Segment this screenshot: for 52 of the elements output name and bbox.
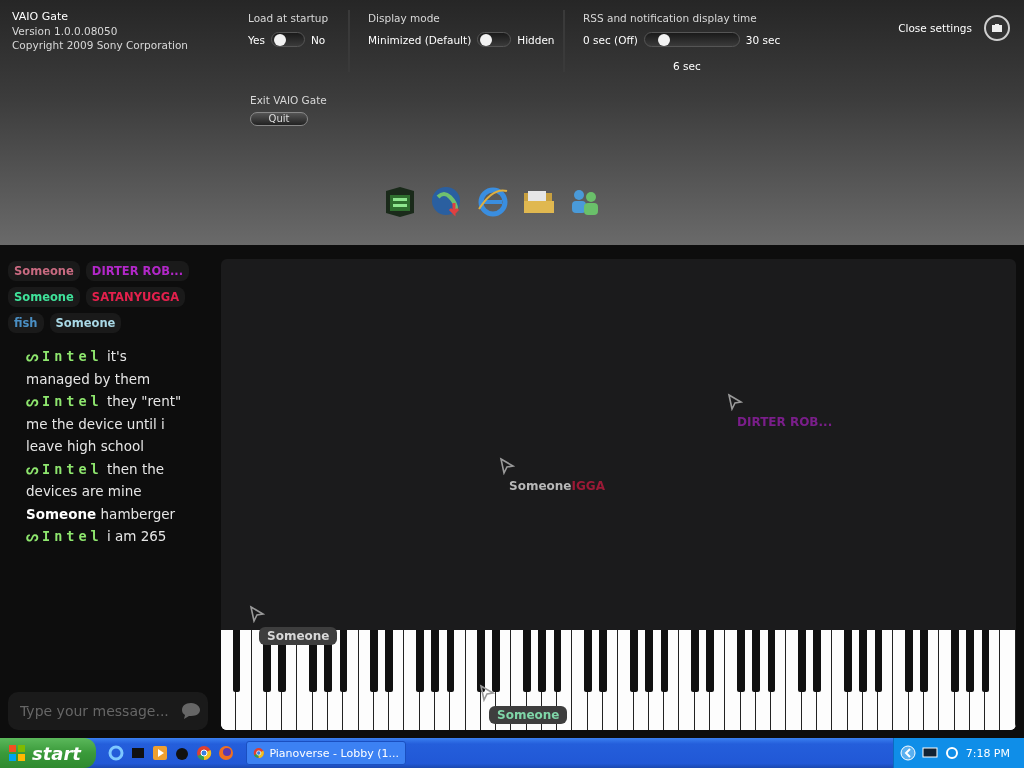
quit-button[interactable]: Quit <box>250 112 308 126</box>
time-slider[interactable] <box>643 32 740 47</box>
taskbar-window-button[interactable]: Pianoverse - Lobby (1... <box>246 741 406 765</box>
cursor-name-label: Someone <box>497 708 560 722</box>
cursor-name-label: DIRTER ROB... <box>737 415 833 429</box>
app-title: VAIO Gate <box>12 10 70 23</box>
slider-max-label: 30 sec <box>745 33 781 46</box>
monitor-icon[interactable] <box>921 746 938 760</box>
user-chip[interactable]: Someone <box>8 261 80 281</box>
chat-message: ᔕIntel i am 265 <box>26 527 168 546</box>
cursor-icon <box>727 393 743 411</box>
slider-min-label: 0 sec (Off) <box>583 33 638 46</box>
option-label: Yes <box>248 33 265 46</box>
option-label: Minimized (Default) <box>368 33 472 46</box>
setting-label: Exit VAIO Gate <box>250 94 327 106</box>
slider-thumb[interactable] <box>657 34 670 46</box>
cursor-icon <box>249 605 265 623</box>
cursor-icon <box>499 457 515 475</box>
user-chip[interactable]: Someone <box>49 313 122 333</box>
user-chip[interactable]: Someone <box>8 287 80 307</box>
user-chip[interactable]: fish <box>8 313 44 333</box>
startup-switch[interactable] <box>270 32 305 47</box>
close-settings-label: Close settings <box>898 22 972 34</box>
firefox-icon[interactable] <box>218 745 234 761</box>
user-chip[interactable]: DIRTER ROB... <box>85 261 190 281</box>
copyright-text: Copyright 2009 Sony Corporation <box>12 39 190 51</box>
chrome-icon[interactable] <box>196 745 212 761</box>
start-button[interactable]: start <box>0 738 96 768</box>
piano-keyboard[interactable] <box>221 630 1016 730</box>
cursor-name-label: Someone <box>509 479 572 493</box>
setting-label: RSS and notification display time <box>583 12 758 24</box>
cursor-icon <box>479 684 495 702</box>
close-settings-button[interactable] <box>984 15 1010 41</box>
chat-message: Someone hamberger <box>26 504 177 524</box>
media-player-icon[interactable] <box>152 745 168 761</box>
chrome-icon <box>253 746 265 760</box>
message-input[interactable]: Type your message... <box>8 692 208 730</box>
clock: 7:18 PM <box>965 746 1010 760</box>
windows-flag-icon <box>8 744 26 762</box>
setting-label: Display mode <box>368 12 441 24</box>
cursor-name-label: Someone <box>267 629 330 643</box>
option-label: Hidden <box>517 33 555 46</box>
setting-label: Load at startup <box>248 12 330 24</box>
slider-reading: 6 sec <box>673 60 701 72</box>
speech-bubble-icon <box>181 702 201 720</box>
display-mode-switch[interactable] <box>477 32 512 47</box>
user-chip[interactable]: SATANYUGGA <box>85 287 186 307</box>
option-label: No <box>310 33 326 46</box>
cursor-name-label: IGGA <box>571 479 605 493</box>
briefcase-icon <box>991 23 1003 33</box>
chevron-left-icon[interactable] <box>899 745 916 761</box>
version-text: Version 1.0.0.08050 <box>12 25 119 37</box>
